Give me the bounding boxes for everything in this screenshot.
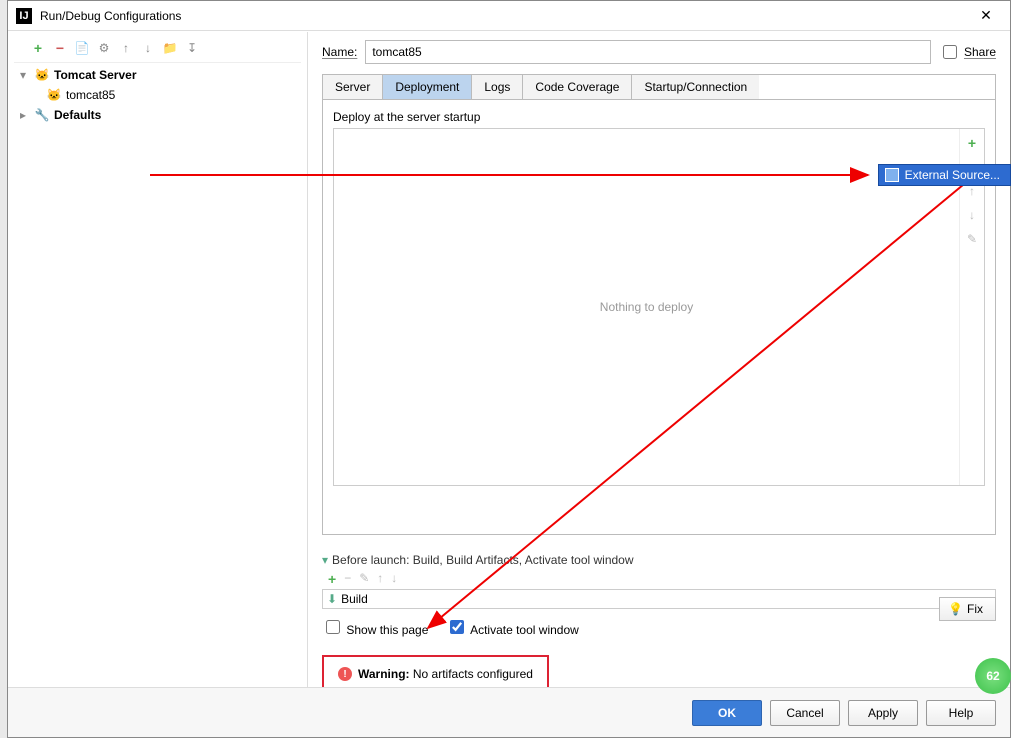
settings-icon[interactable]: ⚙ [96, 40, 112, 56]
tab-startup-connection[interactable]: Startup/Connection [632, 75, 759, 99]
run-debug-dialog: IJ Run/Debug Configurations ✕ + − 📄 ⚙ ↑ … [7, 0, 1011, 738]
tab-deployment[interactable]: Deployment [383, 75, 472, 99]
name-input[interactable] [365, 40, 931, 64]
move-down-icon: ↓ [964, 207, 980, 223]
deploy-label: Deploy at the server startup [333, 110, 985, 124]
remove-config-icon[interactable]: − [52, 40, 68, 56]
remove-task-icon: − [344, 571, 351, 587]
task-label: Build [341, 592, 368, 606]
tab-code-coverage[interactable]: Code Coverage [523, 75, 632, 99]
warning-text: No artifacts configured [410, 667, 533, 681]
collapse-icon[interactable]: ▾ [322, 553, 328, 567]
tree-toolbar: + − 📄 ⚙ ↑ ↓ 📁 ↧ [8, 38, 307, 62]
before-launch-list[interactable]: ⬇ Build [322, 589, 996, 609]
bulb-icon: 💡 [948, 602, 963, 616]
notification-bubble[interactable]: 62 [975, 658, 1011, 694]
before-launch-header[interactable]: ▾ Before launch: Build, Build Artifacts,… [322, 553, 996, 567]
tab-server[interactable]: Server [323, 75, 383, 99]
build-icon: ⬇ [327, 592, 337, 606]
tree-label: Defaults [54, 108, 101, 122]
config-tree-pane: + − 📄 ⚙ ↑ ↓ 📁 ↧ ▾ 🐱 Tomcat Server 🐱 tomc… [8, 32, 308, 687]
sort-icon[interactable]: ↧ [184, 40, 200, 56]
popup-label: External Source... [905, 168, 1000, 182]
move-down-icon[interactable]: ↓ [140, 40, 156, 56]
dialog-title: Run/Debug Configurations [40, 9, 970, 23]
tree-label: tomcat85 [66, 88, 115, 102]
config-tree[interactable]: ▾ 🐱 Tomcat Server 🐱 tomcat85 ▸ 🔧 Default… [14, 62, 301, 687]
wrench-icon: 🔧 [34, 107, 50, 123]
before-launch-toolbar: + − ✎ ↑ ↓ [328, 571, 996, 587]
external-source-menu-item[interactable]: External Source... [878, 164, 1011, 186]
name-label: Name: [322, 45, 357, 59]
close-icon[interactable]: ✕ [970, 7, 1002, 24]
share-label: Share [964, 45, 996, 59]
folder-icon[interactable]: 📁 [162, 40, 178, 56]
fix-button[interactable]: 💡 Fix [939, 597, 996, 621]
tabs: Server Deployment Logs Code Coverage Sta… [322, 74, 996, 99]
add-config-icon[interactable]: + [30, 40, 46, 56]
dialog-footer: OK Cancel Apply Help [8, 687, 1010, 737]
move-up-icon[interactable]: ↑ [118, 40, 134, 56]
tree-node-defaults[interactable]: ▸ 🔧 Defaults [14, 105, 301, 125]
edit-deployment-icon: ✎ [964, 231, 980, 247]
activate-tool-window-check[interactable]: Activate tool window [446, 617, 578, 637]
add-deployment-icon[interactable]: + [964, 135, 980, 151]
edit-task-icon: ✎ [359, 571, 369, 587]
before-launch-section: ▾ Before launch: Build, Build Artifacts,… [322, 553, 996, 637]
share-check[interactable] [943, 45, 957, 59]
list-item[interactable]: ⬇ Build [327, 592, 991, 606]
expand-icon[interactable]: ▸ [20, 108, 30, 122]
fix-label: Fix [967, 602, 983, 616]
warning-icon: ! [338, 667, 352, 681]
tomcat-icon: 🐱 [46, 87, 62, 103]
cancel-button[interactable]: Cancel [770, 700, 840, 726]
tab-logs[interactable]: Logs [472, 75, 523, 99]
tree-node-tomcat-server[interactable]: ▾ 🐱 Tomcat Server [14, 65, 301, 85]
config-editor: Name: Share Server Deployment Logs Code … [308, 32, 1010, 687]
add-task-icon[interactable]: + [328, 571, 336, 587]
warning-label: Warning: [358, 667, 410, 681]
deploy-list[interactable]: Nothing to deploy [334, 129, 960, 485]
deploy-empty-text: Nothing to deploy [600, 300, 693, 314]
tomcat-icon: 🐱 [34, 67, 50, 83]
show-this-page-check[interactable]: Show this page [322, 617, 428, 637]
copy-config-icon[interactable]: 📄 [74, 40, 90, 56]
source-icon [885, 168, 899, 182]
expand-icon[interactable]: ▾ [20, 68, 30, 82]
share-checkbox[interactable]: Share [939, 42, 996, 62]
apply-button[interactable]: Apply [848, 700, 918, 726]
app-icon: IJ [16, 8, 32, 24]
titlebar: IJ Run/Debug Configurations ✕ [8, 1, 1010, 31]
move-up-icon: ↑ [377, 571, 383, 587]
move-down-icon: ↓ [391, 571, 397, 587]
help-button[interactable]: Help [926, 700, 996, 726]
ok-button[interactable]: OK [692, 700, 762, 726]
before-launch-title: Before launch: Build, Build Artifacts, A… [332, 553, 634, 567]
tree-node-tomcat85[interactable]: 🐱 tomcat85 [14, 85, 301, 105]
tree-label: Tomcat Server [54, 68, 136, 82]
